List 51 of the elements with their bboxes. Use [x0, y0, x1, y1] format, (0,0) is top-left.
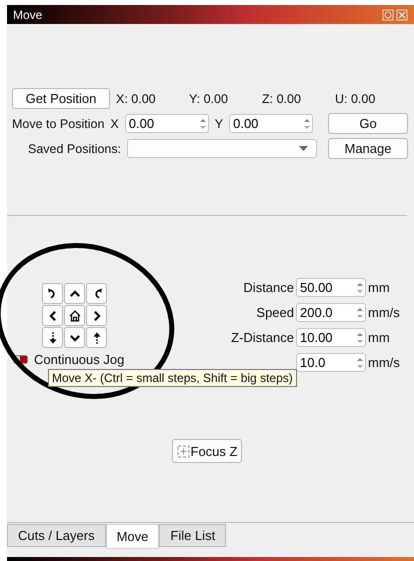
crosshair-icon — [176, 444, 190, 458]
setting-input-field[interactable]: 10.0 — [296, 353, 366, 372]
x-label: X — [110, 116, 119, 130]
jog-button[interactable] — [86, 283, 107, 304]
saved-positions-label: Saved Positions: — [28, 142, 122, 156]
y-input-field[interactable]: 0.00 — [229, 114, 314, 133]
tab[interactable]: File List — [159, 524, 226, 547]
jog-button[interactable] — [86, 305, 107, 326]
jog-button[interactable] — [42, 327, 63, 348]
jog-button[interactable] — [42, 283, 63, 304]
home-icon — [68, 308, 82, 322]
position-readout: U: 0.00 — [335, 92, 376, 106]
setting-input-field[interactable]: 10.00 — [300, 330, 355, 345]
go-button[interactable]: Go — [328, 113, 408, 134]
setting-input-field[interactable]: 50.00 — [296, 278, 366, 297]
setting-input-field[interactable]: 200.0 — [300, 305, 355, 320]
unit-label: mm/s — [367, 355, 401, 370]
jog-button[interactable] — [64, 327, 85, 348]
position-readout: Y: 0.00 — [189, 92, 229, 106]
x-input-field[interactable]: 0.00 — [128, 116, 198, 131]
y-input-field[interactable]: 0.00 — [233, 116, 302, 131]
setting-label: Z-Distance — [230, 330, 295, 345]
setting-label: Speed — [255, 305, 295, 320]
tooltip: Move X- (Ctrl = small steps, Shift = big steps) — [48, 369, 297, 387]
close-icon[interactable] — [396, 8, 408, 20]
tab[interactable]: Move — [106, 524, 160, 549]
setting-input-field[interactable]: 10.00 — [296, 328, 366, 347]
float-icon[interactable] — [382, 8, 394, 20]
get-position-button[interactable]: Get Position — [12, 88, 110, 109]
setting-input-field[interactable]: 200.0 — [296, 303, 366, 322]
focus-z-button[interactable]: Focus Z — [172, 439, 242, 463]
tab[interactable]: Cuts / Layers — [7, 524, 106, 547]
manage-button[interactable]: Manage — [328, 138, 408, 159]
window-title: Move — [13, 8, 42, 22]
continuous-jog-label: Continuous Jog — [34, 352, 124, 367]
setting-input-field[interactable]: 50.00 — [300, 280, 355, 295]
y-label: Y — [214, 116, 224, 130]
move-to-position-label: Move to Position — [12, 116, 104, 130]
dropdown-arrow-icon — [299, 146, 308, 151]
position-readout: Z: 0.00 — [262, 92, 302, 106]
jog-button[interactable] — [64, 283, 85, 304]
unit-label: mm — [367, 330, 391, 345]
unit-label: mm — [367, 280, 391, 295]
unit-label: mm/s — [367, 305, 401, 320]
jog-button[interactable] — [64, 305, 85, 326]
setting-input-field[interactable]: 10.0 — [300, 355, 355, 370]
x-input-field[interactable]: 0.00 — [124, 114, 209, 133]
setting-label: Distance — [242, 280, 295, 295]
jog-button[interactable] — [86, 327, 107, 348]
position-readout: X: 0.00 — [116, 92, 157, 106]
jog-button[interactable] — [42, 305, 63, 326]
